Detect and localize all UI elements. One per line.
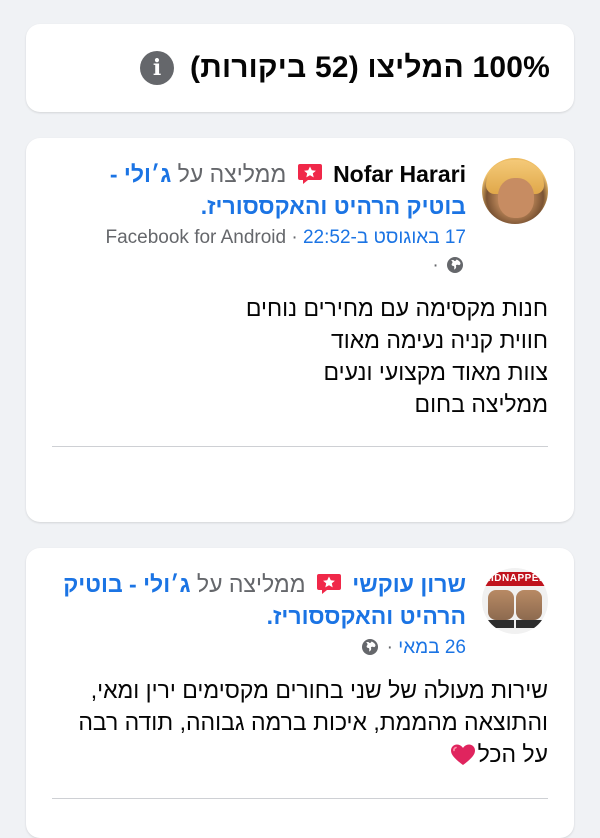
meta-separator: · [291,227,298,248]
review-meta: 26 במאי · [52,634,466,662]
recommend-icon [316,574,341,594]
summary-title: 100% המליצו (52 ביקורות) [190,51,550,84]
review-header: Nofar Harari ממליצה על ג׳ולי - בוטיק הרה… [26,138,574,280]
avatar[interactable] [482,158,548,224]
review-heading: שרון עוקשי ממליצה על ג׳ולי - בוטיק הרהיט… [52,568,466,662]
meta-separator: · [386,637,393,658]
avatar-caption: KIDNAPPED [482,572,548,586]
reviewer-name[interactable]: שרון עוקשי [352,571,466,597]
review-date[interactable]: 26 במאי [398,637,466,658]
recommends-label: ממליצה על [177,161,287,187]
review-meta: 17 באוגוסט ב-22:52 · Facebook for Androi… [52,224,466,280]
review-card: KIDNAPPED שרון עוקשי ממליצה על ג׳ולי - ב… [26,548,574,838]
review-heading: Nofar Harari ממליצה על ג׳ולי - בוטיק הרה… [52,158,466,280]
review-date[interactable]: 17 באוגוסט ב-22:52 [303,227,466,248]
divider [52,446,548,447]
review-text-content: שירות מעולה של שני בחורים מקסימים ירין ו… [78,677,548,767]
review-text: שירות מעולה של שני בחורים מקסימים ירין ו… [26,662,574,770]
review-header: KIDNAPPED שרון עוקשי ממליצה על ג׳ולי - ב… [26,548,574,662]
globe-icon [447,257,463,273]
recommendations-summary-card: 100% המליצו (52 ביקורות) i [26,24,574,112]
recommends-label: ממליצה על [196,571,306,597]
divider [52,798,548,799]
review-source: Facebook for Android [105,227,287,248]
heart-icon [450,744,475,765]
review-text: חנות מקסימה עם מחירים נוחים חווית קניה נ… [245,295,548,417]
globe-icon [362,639,379,655]
info-icon[interactable]: i [140,51,175,85]
meta-separator: · [432,255,439,276]
reviewer-name[interactable]: Nofar Harari [333,161,466,187]
avatar[interactable]: KIDNAPPED [482,568,548,634]
recommend-icon [297,164,322,184]
review-card: Nofar Harari ממליצה על ג׳ולי - בוטיק הרה… [26,138,574,522]
